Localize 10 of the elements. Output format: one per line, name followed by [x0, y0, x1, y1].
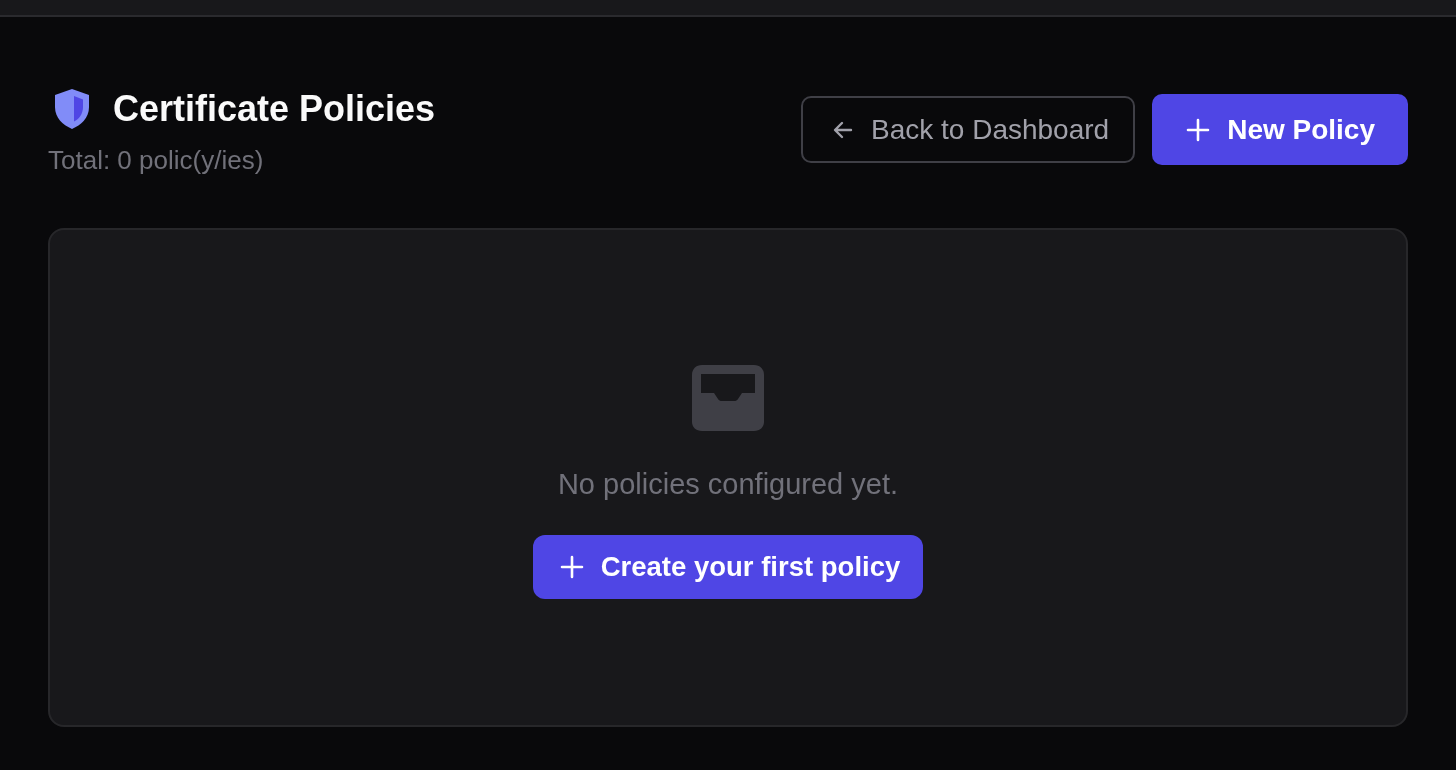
- inbox-icon: [692, 364, 764, 431]
- policy-count: Total: 0 polic(y/ies): [48, 144, 265, 176]
- create-policy-button[interactable]: Create your first policy: [532, 534, 924, 599]
- new-button[interactable]: New Policy: [1152, 94, 1408, 165]
- empty-message: No policies configured yet.: [557, 466, 899, 501]
- plus-icon: [559, 554, 584, 579]
- plus-icon: [1186, 117, 1211, 142]
- page-title: Certificate Policies: [113, 89, 436, 129]
- shield-icon: [53, 88, 91, 130]
- back-button[interactable]: Back to Dashboard: [801, 96, 1136, 163]
